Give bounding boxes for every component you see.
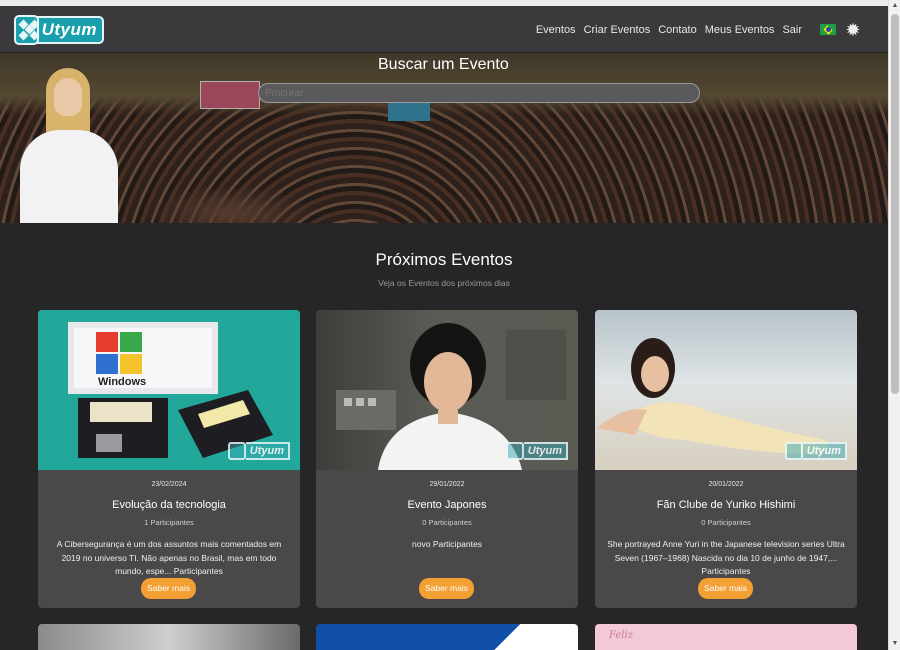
section-title: Próximos Eventos <box>375 250 513 269</box>
scroll-down-icon[interactable]: ▼ <box>889 638 900 650</box>
search-input[interactable] <box>258 83 700 103</box>
event-participants: 0 Participantes <box>701 518 751 527</box>
nav-item-sair[interactable]: Sair <box>782 24 802 36</box>
event-image: Utyum <box>316 310 578 470</box>
scrollbar-thumb[interactable] <box>891 14 899 394</box>
hero-title: Buscar um Evento <box>378 56 509 73</box>
watermark-logo: Utyum <box>784 442 847 460</box>
watermark-text: Utyum <box>523 442 568 460</box>
watermark-logo: Utyum <box>227 442 290 460</box>
saber-mais-button[interactable]: Saber mais <box>141 578 196 599</box>
event-title: Evento Japones <box>407 499 487 511</box>
nav-item-contato[interactable]: Contato <box>658 24 697 36</box>
event-participants: 0 Participantes <box>422 518 472 527</box>
event-card[interactable]: Windows Utyum 23/02/2024 Evolução da tec… <box>38 310 300 608</box>
scrollbar[interactable]: ▲ ▼ <box>888 0 900 650</box>
event-card-partial[interactable] <box>316 624 578 650</box>
svg-text:Windows: Windows <box>98 376 146 388</box>
event-participants: 1 Participantes <box>144 518 194 527</box>
watermark-logo: Utyum <box>505 442 568 460</box>
logo-text: Utyum <box>36 15 104 44</box>
hero-banner: Buscar um Evento <box>0 53 888 223</box>
saber-mais-button[interactable]: Saber mais <box>419 578 474 599</box>
event-title: Fãn Clube de Yuriko Hishimi <box>656 499 796 511</box>
event-card[interactable]: Utyum 20/01/2022 Fãn Clube de Yuriko His… <box>595 310 857 608</box>
scroll-up-icon[interactable]: ▲ <box>889 0 900 12</box>
event-card[interactable]: Utyum 29/01/2022 Evento Japones 0 Partic… <box>316 310 578 608</box>
event-title: Evolução da tecnologia <box>112 499 226 511</box>
event-image: Windows Utyum <box>38 310 300 470</box>
event-description: A Cibersegurança é um dos assuntos mais … <box>56 539 282 576</box>
sun-icon[interactable]: ✹ <box>844 21 862 39</box>
section-subtitle: Veja os Eventos dos próximos dias <box>378 278 510 288</box>
event-card-partial[interactable] <box>38 624 300 650</box>
nav-item-meus-eventos[interactable]: Meus Eventos <box>705 24 775 36</box>
event-description: novo Participantes <box>412 539 482 549</box>
nav-item-eventos[interactable]: Eventos <box>536 24 576 36</box>
nav-menu: Eventos Criar Eventos Contato Meus Event… <box>536 6 888 53</box>
event-date: 23/02/2024 <box>151 481 187 488</box>
page: Utyum Eventos Criar Eventos Contato Meus… <box>0 0 900 650</box>
event-date: 20/01/2022 <box>708 481 744 488</box>
event-image: Utyum <box>595 310 857 470</box>
event-date: 29/01/2022 <box>429 481 465 488</box>
partial-card-text: Feliz <box>609 630 633 641</box>
saber-mais-button[interactable]: Saber mais <box>698 578 753 599</box>
nav-item-criar-eventos[interactable]: Criar Eventos <box>584 24 651 36</box>
logo-icon <box>14 14 40 45</box>
navbar: Utyum Eventos Criar Eventos Contato Meus… <box>0 6 888 53</box>
hero-woman-image <box>18 68 120 223</box>
event-card-partial[interactable]: Feliz <box>595 624 857 650</box>
hero-overlay <box>0 53 888 223</box>
watermark-text: Utyum <box>802 442 847 460</box>
brazil-flag-icon[interactable] <box>820 24 836 35</box>
watermark-text: Utyum <box>245 442 290 460</box>
event-description: She portrayed Anne Yuri in the Japanese … <box>607 539 845 576</box>
site-logo[interactable]: Utyum <box>14 14 104 45</box>
